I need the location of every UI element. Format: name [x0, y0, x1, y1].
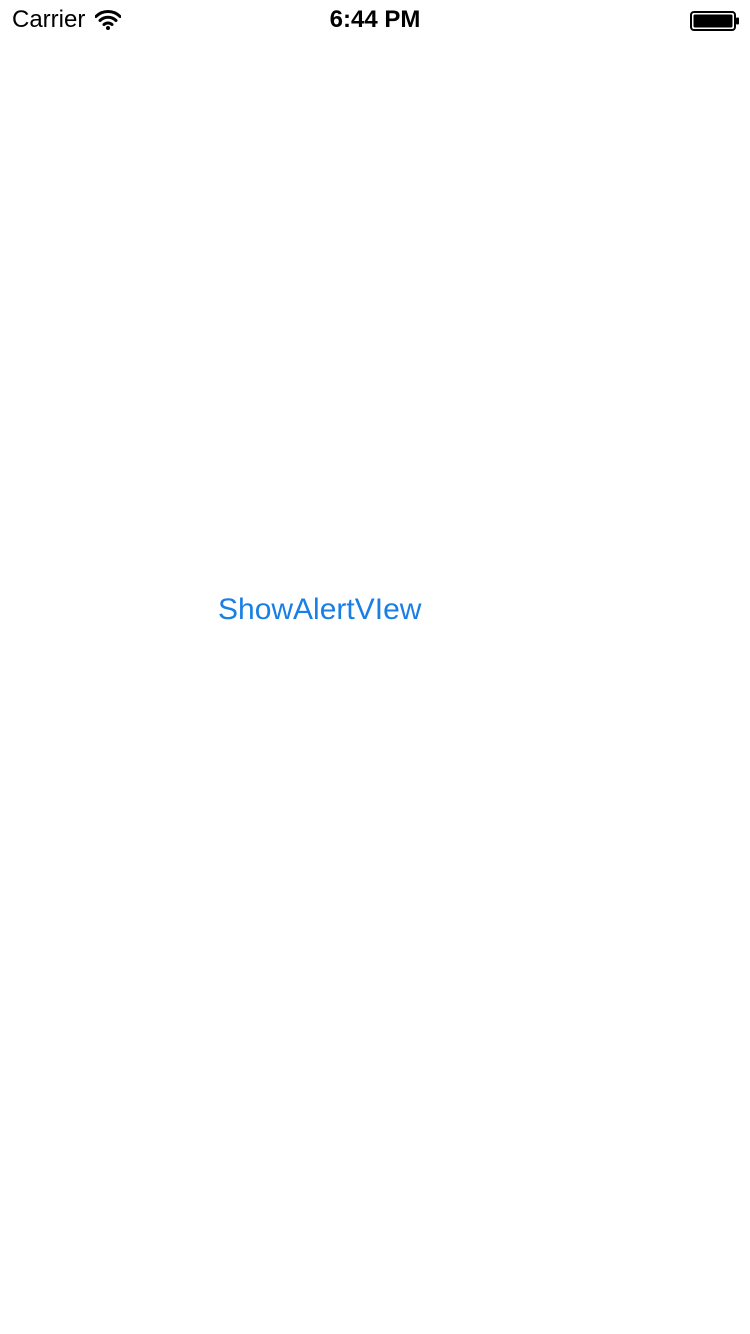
main-content: ShowAlertVIew [0, 40, 750, 1334]
battery-icon [690, 11, 739, 31]
status-bar: Carrier 6:44 PM [0, 0, 750, 40]
show-alert-view-button[interactable]: ShowAlertVIew [218, 588, 421, 632]
app-screen: Carrier 6:44 PM ShowAlertVIew [0, 0, 750, 1334]
status-time: 6:44 PM [329, 6, 421, 33]
